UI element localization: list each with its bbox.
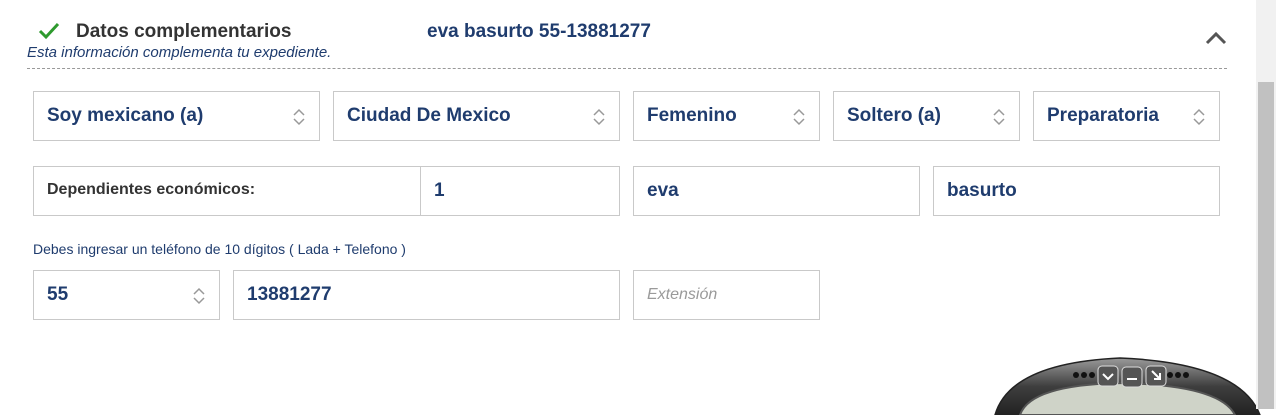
up-down-arrows-icon xyxy=(193,287,205,305)
marital-status-value: Soltero (a) xyxy=(847,105,941,126)
gender-select[interactable]: Femenino xyxy=(633,91,820,141)
up-down-arrows-icon xyxy=(293,108,305,126)
phone-device-widget[interactable] xyxy=(990,355,1270,415)
dependents-separator xyxy=(420,167,421,215)
lada-value: 55 xyxy=(47,284,69,305)
up-down-arrows-icon xyxy=(993,108,1005,126)
phone-number-field[interactable]: 13881277 xyxy=(233,270,620,320)
education-select[interactable]: Preparatoria xyxy=(1033,91,1220,141)
dependents-group: Dependientes económicos: 1 xyxy=(33,166,620,216)
first-name-field[interactable]: eva xyxy=(633,166,920,216)
form-panel: Datos complementarios eva basurto 55-138… xyxy=(0,0,1261,415)
nationality-value: Soy mexicano (a) xyxy=(47,105,204,126)
state-select[interactable]: Ciudad De Mexico xyxy=(333,91,620,141)
gender-value: Femenino xyxy=(647,105,737,126)
extension-placeholder: Extensión xyxy=(647,286,718,303)
dependents-label: Dependientes económicos: xyxy=(47,181,256,198)
lada-select[interactable]: 55 xyxy=(33,270,220,320)
section-summary: eva basurto 55-13881277 xyxy=(427,21,651,42)
check-icon xyxy=(38,22,60,40)
up-down-arrows-icon xyxy=(1193,108,1205,126)
dependents-input[interactable]: 1 xyxy=(434,167,445,215)
up-down-arrows-icon xyxy=(793,108,805,126)
state-value: Ciudad De Mexico xyxy=(347,105,511,126)
section-divider xyxy=(27,68,1227,69)
education-value: Preparatoria xyxy=(1047,105,1159,126)
phone-number-value: 13881277 xyxy=(247,284,332,305)
section-title: Datos complementarios xyxy=(76,21,292,42)
last-name-field[interactable]: basurto xyxy=(933,166,1220,216)
nationality-select[interactable]: Soy mexicano (a) xyxy=(33,91,320,141)
section-subtitle: Esta información complementa tu expedien… xyxy=(27,44,332,61)
scrollbar[interactable] xyxy=(1256,0,1276,409)
chevron-up-icon[interactable] xyxy=(1204,30,1228,46)
up-down-arrows-icon xyxy=(593,108,605,126)
phone-help-text: Debes ingresar un teléfono de 10 dígitos… xyxy=(33,241,406,257)
extension-field[interactable]: Extensión xyxy=(633,270,820,320)
first-name-value: eva xyxy=(647,180,679,201)
marital-status-select[interactable]: Soltero (a) xyxy=(833,91,1020,141)
scrollbar-thumb[interactable] xyxy=(1258,82,1274,409)
last-name-value: basurto xyxy=(947,180,1017,201)
